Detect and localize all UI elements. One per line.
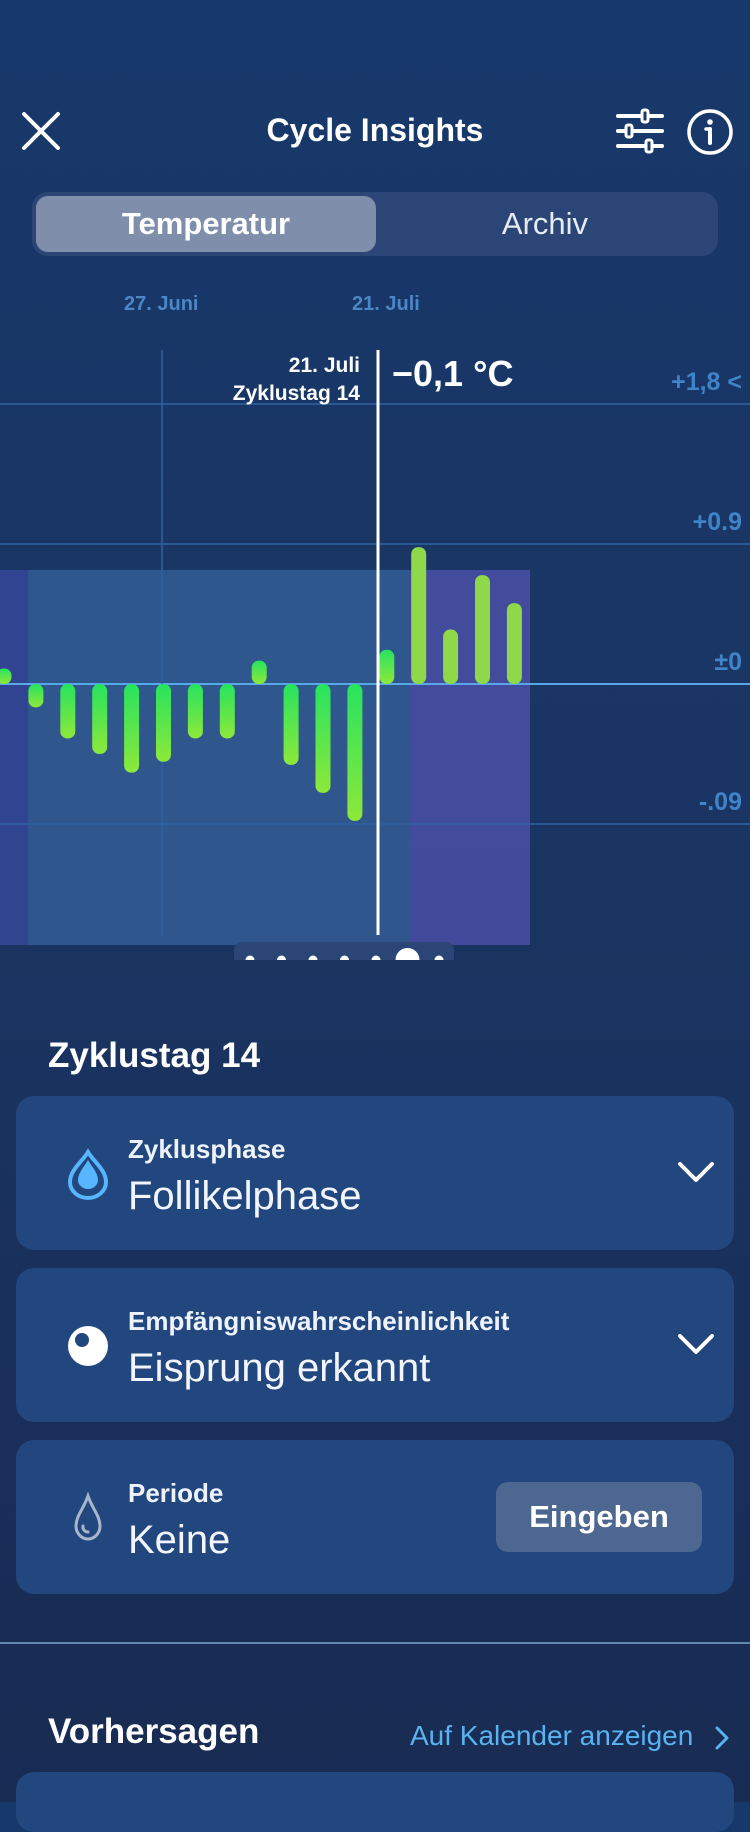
card-label: Empfängniswahrscheinlichkeit <box>128 1306 510 1336</box>
y-tick-label: ±0 <box>714 648 742 676</box>
tab-temperatur[interactable]: Temperatur <box>36 196 376 252</box>
sliders-icon <box>616 108 664 154</box>
temperature-bar <box>506 603 522 684</box>
enter-period-button[interactable]: Eingeben <box>496 1482 702 1552</box>
temperature-bar <box>219 684 235 739</box>
info-icon <box>687 109 733 155</box>
y-tick-label: -.09 <box>699 788 742 816</box>
top-bar: Cycle Insights <box>0 0 750 190</box>
card-value: Follikelphase <box>128 1174 362 1218</box>
card-value: Eisprung erkannt <box>128 1346 431 1390</box>
temperature-bar <box>315 684 331 793</box>
temperature-bar <box>124 684 140 773</box>
cycle-phase-card[interactable]: Zyklusphase Follikelphase <box>16 1096 734 1250</box>
droplet-outline-icon <box>74 1492 102 1541</box>
period-card: Periode Keine Eingeben <box>16 1440 734 1594</box>
card-value: Keine <box>128 1518 231 1562</box>
temperature-bar <box>379 649 395 684</box>
temperature-bar <box>475 575 490 684</box>
temperature-bar <box>411 547 427 684</box>
temperature-bar <box>283 684 299 765</box>
card-label: Zyklusphase <box>128 1134 286 1164</box>
chevron-down-icon[interactable] <box>674 1324 718 1364</box>
show-calendar-link[interactable]: Auf Kalender anzeigen <box>410 1720 693 1752</box>
selected-date: 21. Juli <box>289 354 360 377</box>
temperature-bar <box>251 660 267 684</box>
tab-archiv[interactable]: Archiv <box>376 196 714 252</box>
temperature-bar <box>347 684 363 821</box>
chevron-down-icon[interactable] <box>674 1152 718 1192</box>
fertility-card[interactable]: Empfängniswahrscheinlichkeit Eisprung er… <box>16 1268 734 1422</box>
droplet-icon <box>67 1148 109 1200</box>
info-button[interactable] <box>686 108 734 156</box>
segmented-control: Temperatur Archiv <box>32 192 718 256</box>
temperature-bar <box>187 684 203 739</box>
temperature-chart[interactable]: 27. Juni 21. Juli +1,8 < +0.9 ±0 -.09 21… <box>0 280 750 960</box>
cycle-day-title: Zyklustag 14 <box>48 1036 261 1075</box>
temperature-bar <box>156 684 171 762</box>
predictions-card <box>16 1772 734 1832</box>
chevron-right-icon[interactable] <box>712 1724 732 1752</box>
ovulation-icon <box>68 1326 108 1366</box>
predictions-title: Vorhersagen <box>48 1712 260 1751</box>
y-tick-label: +0.9 <box>693 508 742 536</box>
card-label: Periode <box>128 1478 224 1508</box>
temperature-bar <box>92 684 108 754</box>
selected-cycle-day: Zyklustag 14 <box>233 382 361 405</box>
x-date-label: 27. Juni <box>124 293 198 315</box>
temperature-bar <box>28 684 44 708</box>
temperature-bar <box>60 684 76 739</box>
divider <box>0 1642 750 1644</box>
filter-button[interactable] <box>614 108 666 154</box>
phase-band <box>0 570 28 945</box>
temperature-bar <box>443 629 459 684</box>
x-date-label: 21. Juli <box>352 293 420 315</box>
y-tick-label: +1,8 < <box>671 368 742 396</box>
selected-temperature: −0,1 °C <box>392 353 513 394</box>
